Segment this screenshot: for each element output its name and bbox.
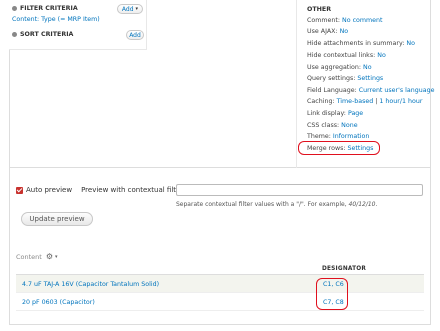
sort-add-button[interactable]: Add [126,30,144,40]
option-css-class: CSS class: None [307,122,358,129]
merge-rows-highlight [298,141,380,155]
option-use-ajax-link[interactable]: No [340,28,349,35]
option-caching: Caching: Time-based | 1 hour/1 hour [307,98,423,105]
option-label: Hide contextual links: [307,52,376,59]
option-label: Theme: [307,133,331,140]
option-label: CSS class: [307,122,340,129]
option-use-aggregation: Use aggregation: No [307,64,372,71]
table-row: 20 pF 0603 (Capacitor) C7, C8 [16,293,424,311]
option-label: Field Language: [307,87,357,94]
chevron-down-icon[interactable]: ▾ [55,254,58,260]
other-column: OTHER Comment: No comment Use AJAX: No H… [296,0,434,168]
views-display-panel: FILTER CRITERIA Add ▾ Content: Type (= M… [9,0,434,168]
option-caching-settings-link[interactable]: 1 hour/1 hour [379,98,422,105]
option-hide-contextual-links-link[interactable]: No [377,52,386,59]
option-css-class-link[interactable]: None [341,122,357,129]
option-query-settings-link[interactable]: Settings [357,75,383,82]
sort-criteria-title: SORT CRITERIA [20,31,74,38]
option-caching-link[interactable]: Time-based [337,98,374,105]
option-comment: Comment: No comment [307,17,382,24]
gear-icon[interactable]: ⚙ [46,252,53,261]
other-title: OTHER [307,6,332,13]
option-comment-link[interactable]: No comment [342,17,382,24]
option-hide-attachments-link[interactable]: No [406,40,415,47]
filter-criteria-title: FILTER CRITERIA [20,5,78,12]
option-hide-attachments: Hide attachments in summary: No [307,40,415,47]
help-text: Separate contextual filter values with a… [176,201,349,208]
help-suffix: . [375,201,378,208]
collapse-toggle-icon[interactable] [12,32,17,37]
sort-criteria-header: SORT CRITERIA [12,31,73,38]
option-use-ajax: Use AJAX: No [307,28,348,35]
designator-highlight [316,278,348,310]
sort-add-label: Add [129,31,141,39]
contextual-filters-label: Preview with contextual filters: [81,186,190,194]
option-field-language: Field Language: Current user's language [307,87,434,94]
option-label: Use AJAX: [307,28,338,35]
content-header: Content ⚙ ▾ [16,252,58,261]
option-label: Caching: [307,98,335,105]
update-preview-button[interactable]: Update preview [21,212,93,226]
auto-preview-checkbox[interactable] [16,186,23,194]
filter-add-label: Add [121,5,134,13]
criteria-column: FILTER CRITERIA Add ▾ Content: Type (= M… [9,0,147,50]
filter-criteria-header: FILTER CRITERIA [12,5,78,12]
designator-column-header: DESIGNATOR [322,266,367,272]
option-use-aggregation-link[interactable]: No [363,64,372,71]
table-row: 4.7 uF TAJ-A 16V (Capacitor Tantalum Sol… [16,275,424,293]
contextual-filters-help: Separate contextual filter values with a… [176,201,377,208]
chevron-down-icon[interactable]: ▾ [136,6,139,12]
filter-item-content-type[interactable]: Content: Type (= MRP Item) [12,16,100,23]
row-title-link[interactable]: 20 pF 0603 (Capacitor) [22,299,95,306]
row-title-link[interactable]: 4.7 uF TAJ-A 16V (Capacitor Tantalum Sol… [22,281,159,288]
option-label: Query settings: [307,75,356,82]
option-label: Comment: [307,17,340,24]
option-label: Link display: [307,110,346,117]
preview-table: DESIGNATOR 4.7 uF TAJ-A 16V (Capacitor T… [16,264,424,311]
content-label: Content [16,252,42,261]
auto-preview-row: Auto preview Preview with contextual fil… [16,186,189,194]
option-theme-link[interactable]: Information [333,133,369,140]
option-query-settings: Query settings: Settings [307,75,383,82]
filter-add-button[interactable]: Add ▾ [117,4,143,14]
auto-preview-label: Auto preview [26,186,73,194]
help-example: 40/12/10 [348,201,376,208]
table-header: DESIGNATOR [16,264,424,275]
option-theme: Theme: Information [307,133,369,140]
option-label: Hide attachments in summary: [307,40,405,47]
option-link-display: Link display: Page [307,110,363,117]
collapse-toggle-icon[interactable] [12,6,17,11]
option-link-display-link[interactable]: Page [348,110,363,117]
option-hide-contextual-links: Hide contextual links: No [307,52,386,59]
option-label: Use aggregation: [307,64,361,71]
contextual-filters-input[interactable] [176,184,423,196]
option-field-language-link[interactable]: Current user's language [359,87,435,94]
